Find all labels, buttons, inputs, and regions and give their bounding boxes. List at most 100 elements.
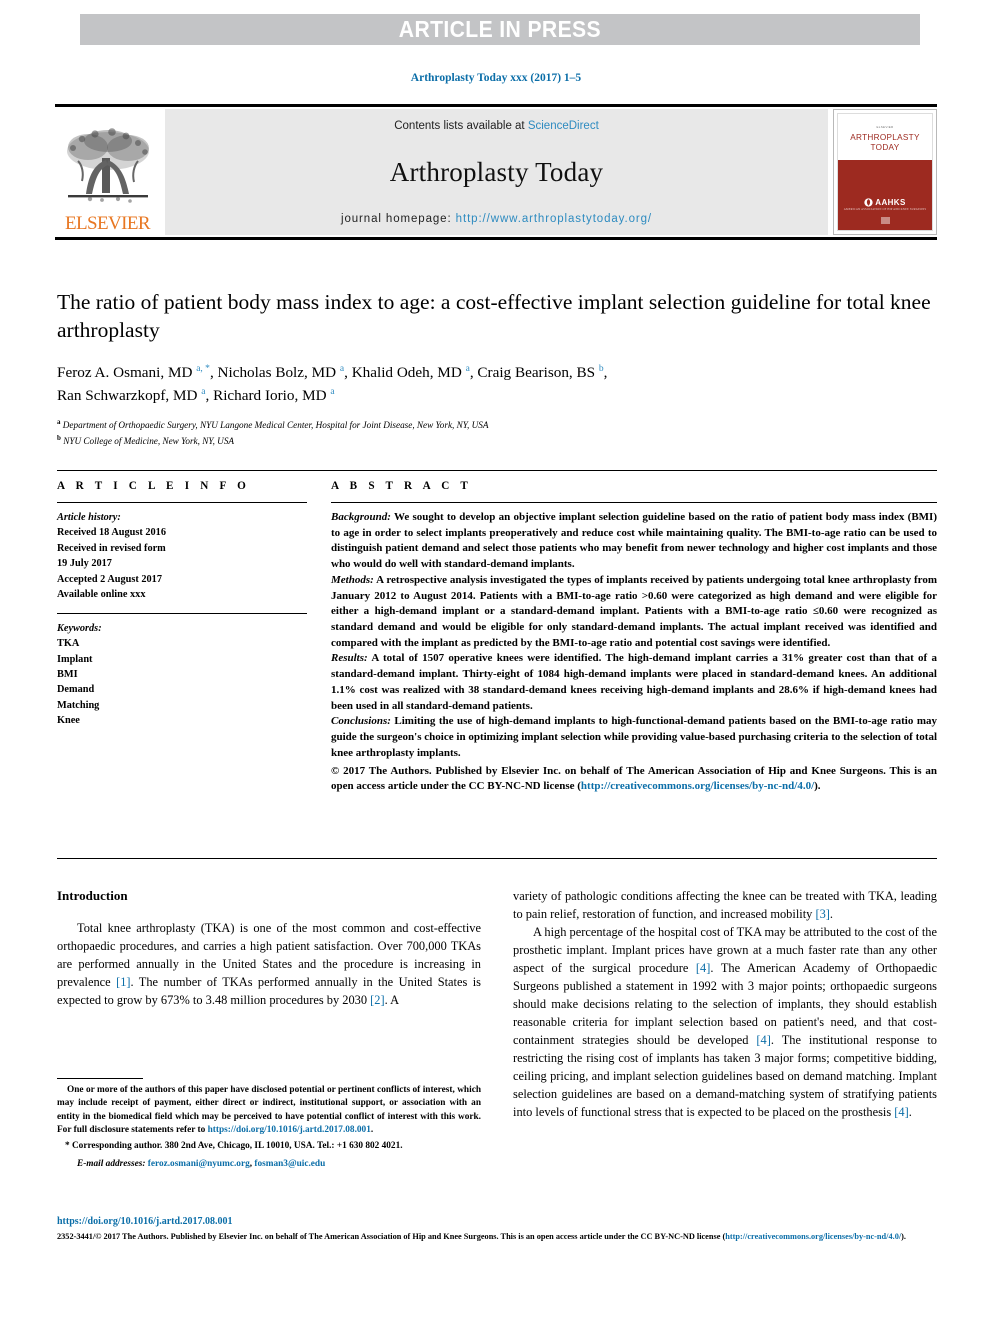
journal-masthead: ELSEVIER Contents lists available at Sci… xyxy=(55,104,937,240)
affiliation-b-text: NYU College of Medicine, New York, NY, U… xyxy=(63,435,235,446)
introduction-heading: Introduction xyxy=(57,888,128,903)
keywords-rule xyxy=(57,612,307,614)
citation-ref-4a[interactable]: [4] xyxy=(696,961,710,975)
email-link-2[interactable]: fosman3@uic.edu xyxy=(254,1159,325,1169)
elsevier-tree-icon xyxy=(66,128,149,203)
intro-paragraph-1-cont: variety of pathologic conditions affecti… xyxy=(513,888,937,924)
history-item: Available online xxx xyxy=(57,589,146,601)
journal-title: Arthroplasty Today xyxy=(389,157,604,187)
aahks-wordmark: AAHKS xyxy=(875,197,906,207)
affiliation-a-text: Department of Orthopaedic Surgery, NYU L… xyxy=(62,419,489,430)
elsevier-wordmark: ELSEVIER xyxy=(65,213,151,234)
footnote-separator-rule xyxy=(57,1078,143,1079)
abstract-label-methods: Methods: xyxy=(331,573,374,586)
keyword-item: Implant xyxy=(57,653,93,665)
cover-title-line2: TODAY xyxy=(870,143,900,153)
masthead-bottom-rule xyxy=(55,237,937,240)
abstract-text-methods: A retrospective analysis investigated th… xyxy=(331,573,937,649)
keyword-item: Matching xyxy=(57,699,100,711)
abstract-copyright: © 2017 The Authors. Published by Elsevie… xyxy=(331,764,937,795)
keyword-item: Demand xyxy=(57,684,95,696)
abstract-label-background: Background: xyxy=(331,511,391,523)
citation-ref-4b[interactable]: [4] xyxy=(756,1033,770,1047)
abstract-rule xyxy=(331,502,937,503)
journal-cover-thumbnail: ELSEVIER ARTHROPLASTY TODAY AAHKS AMERIC… xyxy=(833,109,937,235)
abstract-label-results: Results: xyxy=(331,652,368,665)
right-p1-part-b: . xyxy=(829,906,834,921)
disclosure-tail: . xyxy=(370,1125,374,1136)
footer-cc-license-link[interactable]: http://creativecommons.org/licenses/by-n… xyxy=(725,1232,901,1241)
affiliation-a: a Department of Orthopaedic Surgery, NYU… xyxy=(57,417,489,430)
keyword-item: TKA xyxy=(57,638,80,650)
issn-tail: ). xyxy=(901,1232,906,1241)
cover-publisher-label: ELSEVIER xyxy=(876,124,894,129)
email-footnote: E-mail addresses: feroz.osmani@nyumc.org… xyxy=(57,1158,481,1171)
elsevier-logo: ELSEVIER xyxy=(55,109,160,235)
abstract-heading: A B S T R A C T xyxy=(331,480,473,492)
masthead-top-rule xyxy=(55,104,937,107)
author-list: Feroz A. Osmani, MD a, *, Nicholas Bolz,… xyxy=(57,363,608,405)
abstract-paragraph-results: Results: A total of 1507 operative knees… xyxy=(331,651,937,714)
abstract-text-conclusions: Limiting the use of high-demand implants… xyxy=(331,715,937,759)
disclosure-footnote: One or more of the authors of this paper… xyxy=(57,1084,481,1138)
page-title: The ratio of patient body mass index to … xyxy=(57,290,931,343)
article-info-heading: A R T I C L E I N F O xyxy=(57,480,251,492)
citation-ref-2[interactable]: [2] xyxy=(370,993,384,1007)
disclosure-doi-link[interactable]: https://doi.org/10.1016/j.artd.2017.08.0… xyxy=(208,1125,371,1135)
email-label: E-mail addresses: xyxy=(77,1159,146,1170)
aahks-subtitle: AMERICAN ASSOCIATION OF HIP AND KNEE SUR… xyxy=(843,207,927,211)
corresponding-author-footnote: * Corresponding author. 380 2nd Ave, Chi… xyxy=(65,1140,403,1151)
sciencedirect-link[interactable]: ScienceDirect xyxy=(528,120,599,132)
citation-ref-4c[interactable]: [4] xyxy=(894,1105,908,1119)
affiliation-b: b NYU College of Medicine, New York, NY,… xyxy=(57,433,235,446)
right-p2-part-d: . xyxy=(908,1104,912,1119)
footer-doi-link[interactable]: https://doi.org/10.1016/j.artd.2017.08.0… xyxy=(57,1216,233,1227)
journal-reference-line: Arthroplasty Today xxx (2017) 1–5 xyxy=(410,72,582,84)
homepage-prefix: journal homepage: xyxy=(341,213,456,225)
contents-list-line: Contents lists available at ScienceDirec… xyxy=(394,120,599,132)
email-link-1[interactable]: feroz.osmani@nyumc.org xyxy=(148,1159,250,1169)
keywords-label: Keywords: xyxy=(57,622,102,634)
article-info-column: A R T I C L E I N F O Article history: R… xyxy=(57,480,307,806)
contents-prefix: Contents lists available at xyxy=(394,120,528,132)
keyword-item: Knee xyxy=(57,715,80,727)
body-right-column: variety of pathologic conditions affecti… xyxy=(513,888,937,1122)
abstract-paragraph-background: Background: We sought to develop an obje… xyxy=(331,510,937,573)
history-item: Accepted 2 August 2017 xyxy=(57,573,162,585)
abstract-paragraph-conclusions: Conclusions: Limiting the use of high-de… xyxy=(331,714,937,761)
affiliation-list: a Department of Orthopaedic Surgery, NYU… xyxy=(57,417,937,449)
citation-ref-3[interactable]: [3] xyxy=(815,907,829,921)
article-in-press-banner: ARTICLE IN PRESS xyxy=(80,14,920,45)
footnote-block: One or more of the authors of this paper… xyxy=(57,1084,481,1172)
intro-paragraph-2: A high percentage of the hospital cost o… xyxy=(513,924,937,1122)
right-p1-part-a: variety of pathologic conditions affecti… xyxy=(513,889,937,921)
history-item: Received 18 August 2016 xyxy=(57,527,166,539)
footer-issn-copyright: 2352-3441/© 2017 The Authors. Published … xyxy=(57,1231,937,1244)
abstract-text-results: A total of 1507 operative knees were ide… xyxy=(331,652,937,712)
citation-ref-1[interactable]: [1] xyxy=(116,975,130,989)
info-abstract-region: A R T I C L E I N F O Article history: R… xyxy=(57,480,937,806)
info-abstract-bottom-rule xyxy=(57,858,937,859)
copyright-tail: ). xyxy=(814,780,821,793)
history-item: 19 July 2017 xyxy=(57,558,112,570)
abstract-column: A B S T R A C T Background: We sought to… xyxy=(331,480,937,806)
title-block: The ratio of patient body mass index to … xyxy=(57,288,937,449)
article-info-rule xyxy=(57,502,307,503)
issn-text: 2352-3441/© 2017 The Authors. Published … xyxy=(57,1232,726,1241)
abstract-label-conclusions: Conclusions: xyxy=(331,715,391,728)
cc-license-link[interactable]: http://creativecommons.org/licenses/by-n… xyxy=(581,780,814,792)
article-in-press-label: ARTICLE IN PRESS xyxy=(398,16,602,42)
intro-p1-part-c: . A xyxy=(384,992,400,1007)
abstract-paragraph-methods: Methods: A retrospective analysis invest… xyxy=(331,573,937,652)
cover-title-line1: ARTHROPLASTY xyxy=(850,132,920,142)
journal-homepage-link[interactable]: http://www.arthroplastytoday.org/ xyxy=(456,213,652,225)
journal-homepage-line: journal homepage: http://www.arthroplast… xyxy=(341,213,652,225)
history-item: Received in revised form xyxy=(57,542,166,554)
info-abstract-top-rule xyxy=(57,470,937,471)
aahks-logo: AAHKS xyxy=(864,198,905,207)
article-history-label: Article history: xyxy=(57,512,121,523)
keyword-item: BMI xyxy=(57,668,78,680)
aahks-swirl-icon xyxy=(864,198,873,207)
intro-paragraph-1: Total knee arthroplasty (TKA) is one of … xyxy=(57,920,481,1010)
abstract-text-background: We sought to develop an objective implan… xyxy=(331,511,937,571)
